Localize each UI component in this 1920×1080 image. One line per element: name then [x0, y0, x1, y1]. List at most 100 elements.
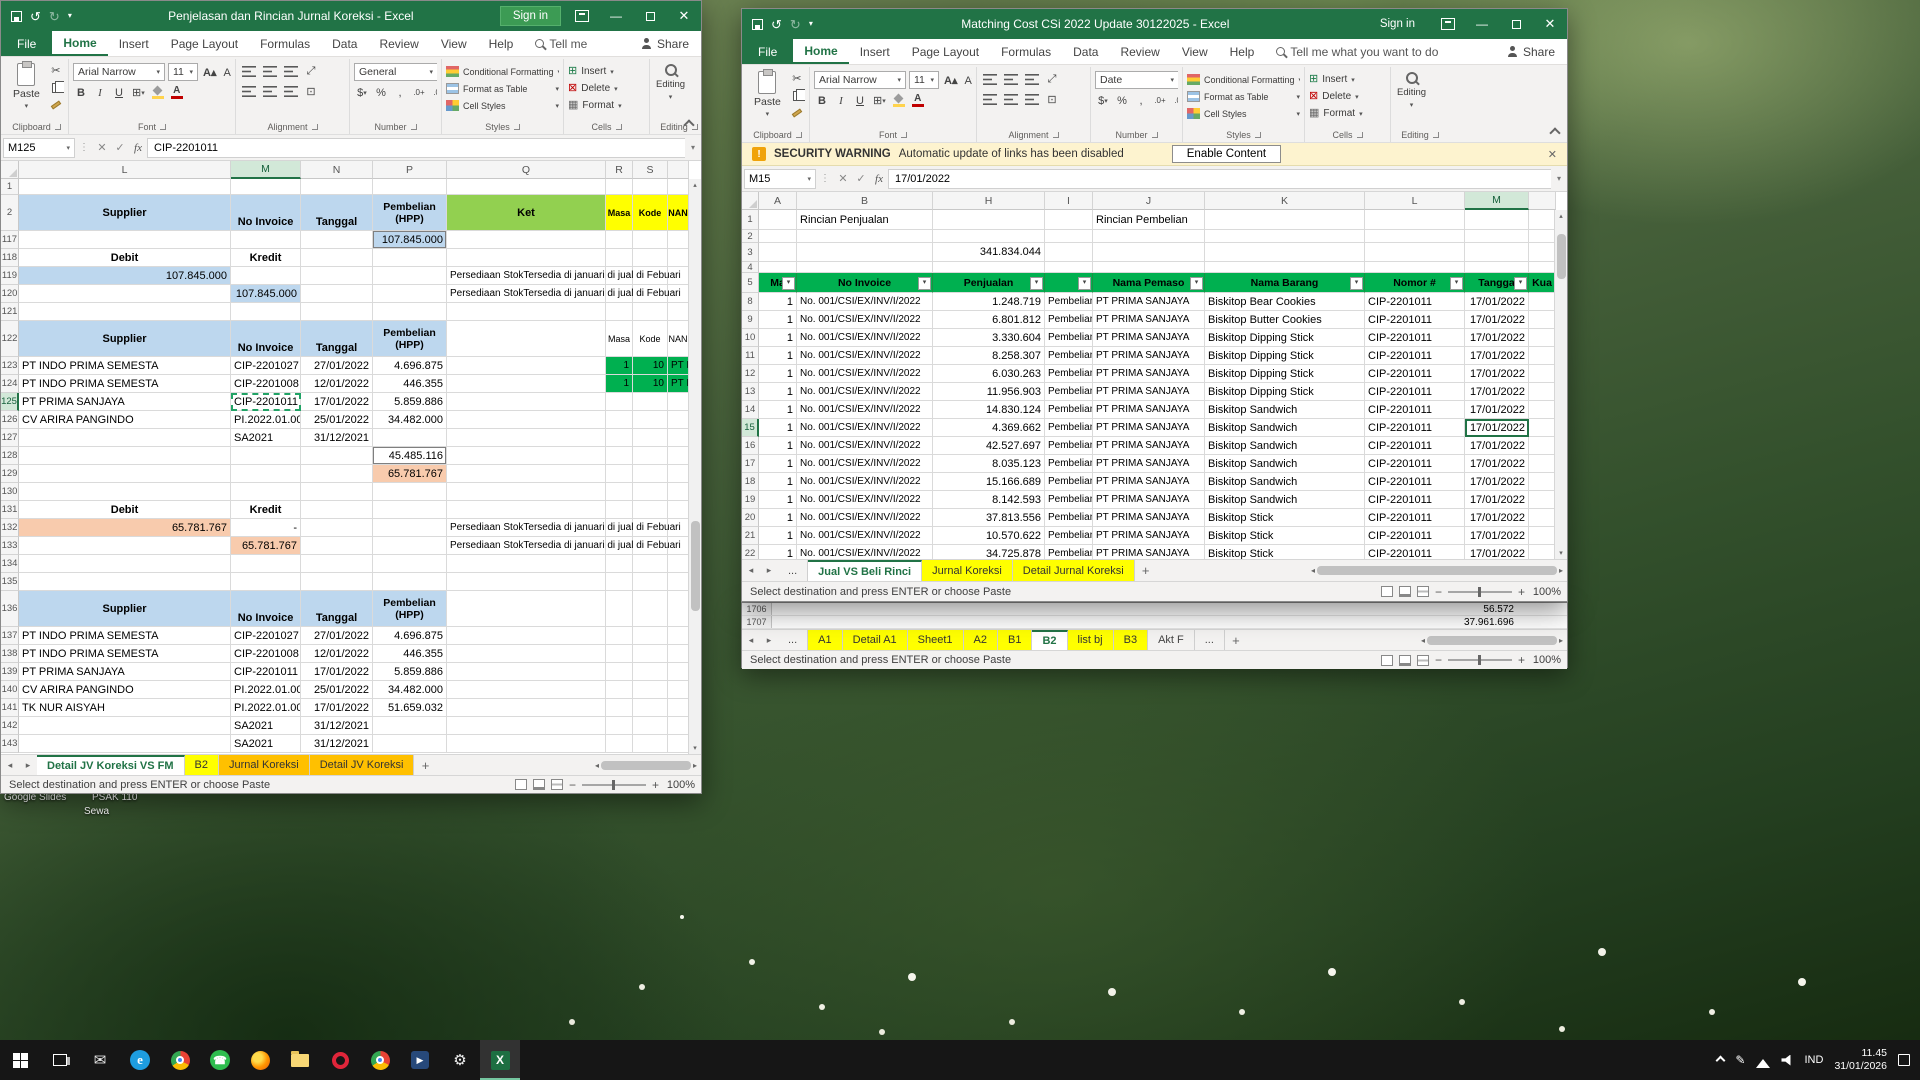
- cell-H18[interactable]: 15.166.689: [933, 473, 1045, 491]
- row-header-1[interactable]: 1: [742, 210, 759, 230]
- cell-x2[interactable]: [1529, 230, 1556, 243]
- cell-M135[interactable]: [231, 573, 301, 591]
- row-header-5[interactable]: 5: [742, 273, 759, 293]
- cell-N131[interactable]: [301, 501, 373, 519]
- cell-N143[interactable]: 31/12/2021: [301, 735, 373, 753]
- align-lines-icon[interactable]: [1025, 94, 1039, 105]
- tell-me[interactable]: Tell me: [524, 31, 598, 56]
- cell-M132[interactable]: -: [231, 519, 301, 537]
- cell-S129[interactable]: [633, 465, 668, 483]
- cell-N129[interactable]: [301, 465, 373, 483]
- row-header-17[interactable]: 17: [742, 455, 759, 473]
- row-header-119[interactable]: 119: [1, 267, 19, 285]
- cell-Q120[interactable]: Persediaan StokTersedia di januari di ju…: [447, 285, 606, 303]
- cell-L1[interactable]: [1365, 210, 1465, 230]
- row-header-16[interactable]: 16: [742, 437, 759, 455]
- cell-value-1707[interactable]: 37.961.696: [1464, 617, 1514, 628]
- cell-x142[interactable]: [668, 717, 689, 735]
- row-header-122[interactable]: 122: [1, 321, 19, 357]
- cell-Q123[interactable]: [447, 357, 606, 375]
- align-middle-icon[interactable]: [261, 63, 279, 80]
- zoom-level[interactable]: 100%: [665, 779, 695, 791]
- cell-S140[interactable]: [633, 681, 668, 699]
- cell-Q126[interactable]: [447, 411, 606, 429]
- taskbar-chrome-2[interactable]: [360, 1040, 400, 1080]
- cell-B18[interactable]: No. 001/CSI/EX/INV/I/2022: [797, 473, 933, 491]
- row-header-14[interactable]: 14: [742, 401, 759, 419]
- paste-button[interactable]: Paste▾: [9, 60, 44, 113]
- cell-H19[interactable]: 8.142.593: [933, 491, 1045, 509]
- cell-H20[interactable]: 37.813.556: [933, 509, 1045, 527]
- cell-H17[interactable]: 8.035.123: [933, 455, 1045, 473]
- cell-S125[interactable]: [633, 393, 668, 411]
- cell-K12[interactable]: Biskitop Dipping Stick: [1205, 365, 1365, 383]
- column-header-M[interactable]: M: [231, 161, 301, 179]
- save-icon[interactable]: [752, 19, 763, 30]
- cell-H15[interactable]: 4.369.662: [933, 419, 1045, 437]
- align-left-icon[interactable]: [240, 83, 258, 100]
- cell-N130[interactable]: [301, 483, 373, 501]
- desktop-icon-sewa[interactable]: Sewa: [84, 806, 109, 817]
- cell-Q122[interactable]: [447, 321, 606, 357]
- cell-M2[interactable]: [1465, 230, 1529, 243]
- increase-decimal-icon[interactable]: .0+: [1152, 92, 1168, 109]
- cell-styles-button[interactable]: Cell Styles▾: [1187, 105, 1300, 122]
- cell-x16[interactable]: [1529, 437, 1556, 455]
- orientation-icon[interactable]: ⤢: [1044, 71, 1060, 88]
- sheet-tab-b2[interactable]: B2: [1032, 630, 1067, 650]
- cell-K5[interactable]: Nama Barang: [1205, 273, 1365, 293]
- cell-L9[interactable]: CIP-2201011: [1365, 311, 1465, 329]
- cell-B14[interactable]: No. 001/CSI/EX/INV/I/2022: [797, 401, 933, 419]
- cell-J9[interactable]: PT PRIMA SANJAYA: [1093, 311, 1205, 329]
- row-header-140[interactable]: 140: [1, 681, 19, 699]
- cell-H10[interactable]: 3.330.604: [933, 329, 1045, 347]
- cell-J13[interactable]: PT PRIMA SANJAYA: [1093, 383, 1205, 401]
- format-painter-icon[interactable]: [788, 105, 805, 120]
- font-color-icon[interactable]: A: [169, 84, 185, 101]
- cell-Q140[interactable]: [447, 681, 606, 699]
- cell-R118[interactable]: [606, 249, 633, 267]
- insert-cells-button[interactable]: ⊞Insert▾: [568, 63, 622, 80]
- qat-customize-icon[interactable]: ▾: [809, 20, 813, 28]
- cell-A15[interactable]: 1: [759, 419, 797, 437]
- ribbon-tab-data[interactable]: Data: [1062, 39, 1109, 64]
- normal-view-icon[interactable]: [1381, 586, 1393, 597]
- row-header-11[interactable]: 11: [742, 347, 759, 365]
- comma-style-icon[interactable]: ,: [1133, 92, 1149, 109]
- sheet-tab-detail-jurnal-koreksi[interactable]: Detail Jurnal Koreksi: [1013, 560, 1135, 581]
- ribbon-tab-home[interactable]: Home: [52, 31, 107, 56]
- cell-S117[interactable]: [633, 231, 668, 249]
- cell-A2[interactable]: [759, 230, 797, 243]
- cell-L140[interactable]: CV ARIRA PANGINDO: [19, 681, 231, 699]
- sheet-tab-list-bj[interactable]: list bj: [1068, 630, 1114, 650]
- cell-S126[interactable]: [633, 411, 668, 429]
- shrink-font-icon[interactable]: A▾: [962, 72, 972, 89]
- row-header-3[interactable]: 3: [742, 243, 759, 262]
- cell-B1[interactable]: Rincian Penjualan: [797, 210, 933, 230]
- cell-M141[interactable]: PI.2022.01.00003: [231, 699, 301, 717]
- column-header-A[interactable]: A: [759, 192, 797, 210]
- cell-L1[interactable]: [19, 179, 231, 195]
- name-box-arrow-icon[interactable]: ▾: [807, 175, 811, 183]
- cell-S143[interactable]: [633, 735, 668, 753]
- row-header-20[interactable]: 20: [742, 509, 759, 527]
- cell-L130[interactable]: [19, 483, 231, 501]
- cell-S142[interactable]: [633, 717, 668, 735]
- cell-R135[interactable]: [606, 573, 633, 591]
- ribbon-tab-page-layout[interactable]: Page Layout: [901, 39, 990, 64]
- close-button[interactable]: ✕: [667, 1, 701, 31]
- cell-K11[interactable]: Biskitop Dipping Stick: [1205, 347, 1365, 365]
- cell-R124[interactable]: 1: [606, 375, 633, 393]
- share-button[interactable]: Share: [629, 37, 701, 51]
- cell-P119[interactable]: [373, 267, 447, 285]
- collapse-ribbon-icon[interactable]: [1549, 127, 1560, 138]
- cell-x18[interactable]: [1529, 473, 1556, 491]
- sheet-tab-a2[interactable]: A2: [964, 630, 998, 650]
- cell-x139[interactable]: [668, 663, 689, 681]
- cell-P140[interactable]: 34.482.000: [373, 681, 447, 699]
- bold-icon[interactable]: B: [73, 84, 89, 101]
- copy-icon[interactable]: [47, 80, 64, 95]
- row-header-126[interactable]: 126: [1, 411, 19, 429]
- scroll-thumb[interactable]: [601, 761, 691, 770]
- cell-x20[interactable]: [1529, 509, 1556, 527]
